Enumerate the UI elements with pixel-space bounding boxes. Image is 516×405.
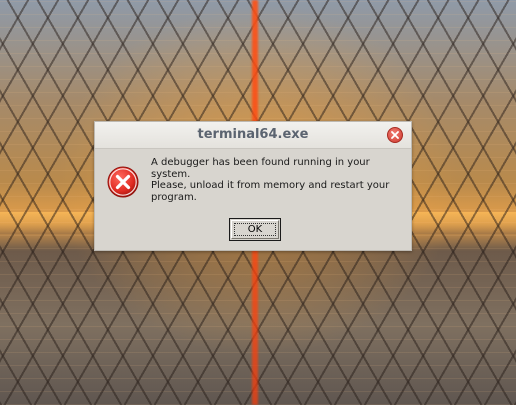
message-line-1: A debugger has been found running in you… [151,157,370,180]
message-line-2: Please, unload it from memory and restar… [151,180,390,203]
ok-button-label: OK [231,220,279,239]
dialog-message: A debugger has been found running in you… [151,157,403,203]
error-icon [107,166,139,198]
dialog-title: terminal64.exe [197,127,309,142]
dialog-titlebar[interactable]: terminal64.exe [95,122,411,149]
close-icon[interactable] [387,127,403,143]
error-dialog: terminal64.exe A debugger has been found… [94,121,412,251]
ok-button[interactable]: OK [229,218,281,241]
